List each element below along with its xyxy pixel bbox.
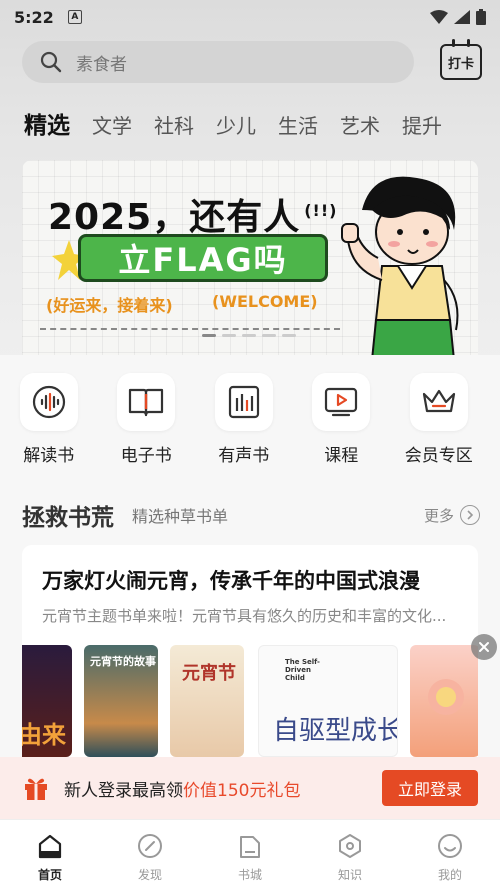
section-subtitle: 精选种草书单 [132, 507, 229, 526]
nav-label: 首页 [37, 868, 62, 882]
gift-icon [25, 778, 47, 800]
bottom-nav: 首页 发现 书城 知识 我的 [0, 819, 500, 888]
cartoon-character-illustration [341, 176, 459, 355]
signal-icon [454, 10, 470, 24]
feature-label: 课程 [324, 446, 359, 466]
feature-audiobook[interactable]: 有声书 [195, 373, 293, 466]
nav-bookstore[interactable]: 书城 [200, 820, 300, 888]
booklist-description: 元宵节主题书单来啦！元宵节具有悠久的历史和丰富的文化... [42, 607, 447, 625]
bookstore-icon [240, 836, 260, 858]
nav-label: 知识 [337, 868, 362, 882]
home-icon [38, 834, 62, 859]
booklist-card[interactable]: 万家灯火闹元宵，传承千年的中国式浪漫 元宵节主题书单来啦！元宵节具有悠久的历史和… [22, 545, 478, 765]
feature-label: 解读书 [23, 446, 75, 466]
status-time: 5:22 [14, 7, 54, 27]
feature-ebook[interactable]: 电子书 [98, 373, 196, 466]
booklist-title: 万家灯火闹元宵，传承千年的中国式浪漫 [42, 569, 420, 593]
section-header: 拯救书荒 精选种草书单 更多 [22, 498, 480, 532]
tab-literature[interactable]: 文学 [92, 110, 132, 139]
nav-label: 书城 [237, 868, 262, 882]
book-cover[interactable]: 由来 [22, 645, 72, 757]
close-icon[interactable] [471, 634, 497, 660]
search-placeholder: 素食者 [76, 54, 127, 75]
tab-improvement[interactable]: 提升 [402, 110, 442, 139]
tab-social-science[interactable]: 社科 [154, 110, 194, 139]
search-icon [40, 51, 62, 73]
promo-text: 新人登录最高领 [64, 780, 183, 801]
banner-subtitle-left: (好运来，接着来) [46, 296, 173, 315]
video-play-icon [312, 373, 371, 431]
feature-label: 有声书 [218, 446, 270, 466]
nav-home[interactable]: 首页 [0, 820, 100, 888]
banner-pager [202, 334, 296, 337]
crown-icon [409, 373, 468, 431]
category-tabs: 精选 文学 社科 少儿 生活 艺术 提升 [24, 106, 480, 140]
book-cover-art [428, 679, 464, 715]
banner-divider [40, 328, 340, 330]
section-title: 拯救书荒 [22, 505, 114, 531]
book-cover[interactable]: 元宵节 [170, 645, 244, 757]
battery-icon [476, 9, 486, 25]
status-icons [430, 9, 486, 25]
banner-subtitle-right: (WELCOME) [212, 292, 318, 311]
feature-interpretation[interactable]: 解读书 [0, 373, 98, 466]
book-cover[interactable]: The Self-Driven Child 自驱型成长 [258, 645, 398, 757]
nav-label: 我的 [437, 868, 462, 882]
promo-banner[interactable]: 2025，还有人 (!!) 立FLAG吗 (好运来，接着来) (WELCOME) [22, 160, 478, 355]
search-input[interactable]: 素食者 [22, 41, 414, 83]
audio-wave-icon [19, 373, 78, 431]
open-book-icon [117, 373, 176, 431]
checkin-button[interactable]: 打卡 [440, 39, 482, 80]
tab-children[interactable]: 少儿 [216, 110, 256, 139]
search-row: 素食者 打卡 [22, 39, 482, 83]
tab-art[interactable]: 艺术 [340, 110, 380, 139]
book-cover[interactable] [410, 645, 478, 757]
book-cover-text: The Self-Driven Child [285, 658, 320, 682]
login-promo-bar: 新人登录最高领 价值150元礼包 立即登录 [0, 757, 500, 819]
nav-label: 发现 [137, 868, 162, 882]
checkin-label: 打卡 [447, 56, 474, 72]
book-cover[interactable]: 元宵节的故事 [84, 645, 158, 757]
wifi-icon [430, 10, 448, 24]
banner-headline: 2025，还有人 (!!) [48, 197, 338, 238]
more-label: 更多 [423, 506, 454, 525]
nav-profile[interactable]: 我的 [400, 820, 500, 888]
tab-featured[interactable]: 精选 [24, 106, 70, 140]
nav-discover[interactable]: 发现 [100, 820, 200, 888]
book-cover-text: 元宵节的故事 [90, 655, 156, 668]
book-cover-text-cn: 自驱型成长 [273, 716, 398, 746]
banner-flag-label: 立FLAG吗 [78, 234, 328, 282]
compass-icon [138, 834, 162, 858]
nav-knowledge[interactable]: 知识 [300, 820, 400, 888]
book-cover-text: 由来 [22, 721, 66, 749]
status-bar: 5:22 A [0, 0, 500, 34]
feature-label: 电子书 [120, 446, 172, 466]
book-cover-text: 元宵节 [182, 663, 236, 684]
notification-icon: A [67, 10, 82, 24]
feature-course[interactable]: 课程 [293, 373, 391, 466]
feature-membership[interactable]: 会员专区 [390, 373, 488, 466]
chevron-right-icon [460, 505, 480, 525]
more-link[interactable]: 更多 [424, 505, 480, 526]
audio-book-icon [214, 373, 273, 431]
tab-life[interactable]: 生活 [278, 110, 318, 139]
login-button[interactable]: 立即登录 [382, 770, 478, 806]
knowledge-icon [339, 834, 361, 858]
feature-label: 会员专区 [404, 446, 473, 466]
feature-shortcuts: 解读书 电子书 有声书 课程 会员专区 [0, 373, 500, 466]
profile-icon [438, 834, 462, 858]
promo-highlight: 价值150元礼包 [183, 780, 301, 801]
